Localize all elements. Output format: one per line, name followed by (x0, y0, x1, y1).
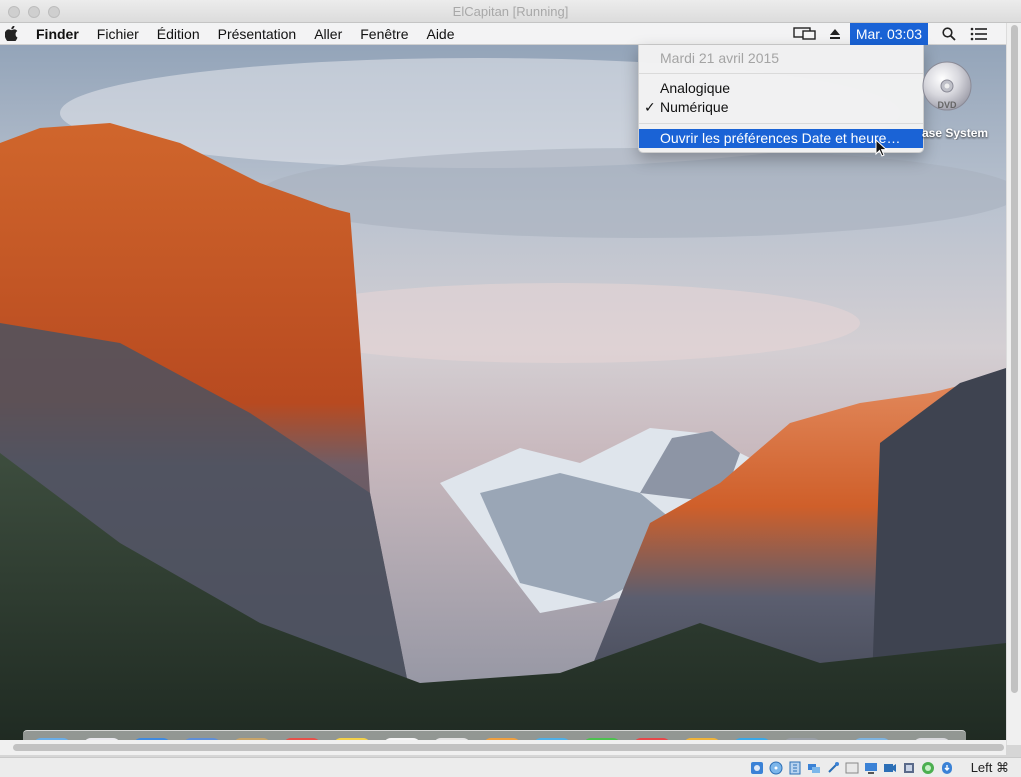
clock-dropdown-menu: Mardi 21 avril 2015 Analogique ✓ Numériq… (638, 45, 924, 153)
menu-aller[interactable]: Aller (305, 23, 351, 45)
menu-fichier[interactable]: Fichier (88, 23, 148, 45)
display-icon[interactable] (863, 760, 879, 776)
menu-item-label: Numérique (660, 99, 729, 115)
window-title: ElCapitan [Running] (452, 4, 569, 19)
window-titlebar: ElCapitan [Running] (0, 0, 1021, 23)
menu-aide[interactable]: Aide (417, 23, 463, 45)
apple-menu-icon[interactable] (0, 23, 22, 45)
vm-statusbar: Left ⌘ (0, 757, 1021, 777)
menu-app-finder[interactable]: Finder (22, 23, 88, 45)
mouse-integration-icon[interactable] (939, 760, 955, 776)
guest-menubar: Finder Fichier Édition Présentation Alle… (0, 23, 1006, 45)
spotlight-search-icon[interactable] (934, 23, 964, 45)
menu-item-label: Ouvrir les préférences Date et heure… (660, 130, 901, 146)
horizontal-scrollbar[interactable] (0, 740, 1006, 755)
mouse-cursor-icon (875, 139, 888, 157)
dvd-disc-icon[interactable]: DVD (922, 56, 972, 116)
menu-presentation[interactable]: Présentation (209, 23, 306, 45)
vertical-scrollbar[interactable] (1006, 23, 1021, 745)
svg-text:DVD: DVD (937, 100, 957, 110)
hard-disk-icon[interactable] (749, 760, 765, 776)
audio-icon[interactable] (787, 760, 803, 776)
airplay-display-icon[interactable] (790, 23, 820, 45)
network-icon[interactable] (806, 760, 822, 776)
host-key-indicator: Left ⌘ (970, 760, 1009, 775)
notification-center-icon[interactable] (964, 23, 994, 45)
menu-edition[interactable]: Édition (148, 23, 209, 45)
cpu-icon[interactable] (901, 760, 917, 776)
desktop-icon-label[interactable]: ase System (922, 126, 1006, 140)
menu-separator (639, 123, 923, 124)
guest-screen[interactable]: Finder Fichier Édition Présentation Alle… (0, 23, 1006, 745)
optical-drive-icon[interactable] (768, 760, 784, 776)
menubar-clock[interactable]: Mar. 03:03 (849, 23, 928, 45)
horizontal-scroll-thumb[interactable] (13, 744, 1004, 751)
menu-date-label: Mardi 21 avril 2015 (660, 50, 780, 66)
menu-item-analog[interactable]: Analogique (639, 79, 923, 98)
menu-fenetre[interactable]: Fenêtre (351, 23, 417, 45)
checkmark-icon: ✓ (644, 99, 656, 115)
eject-icon[interactable] (820, 23, 850, 45)
menu-separator (639, 73, 923, 74)
menu-item-label: Analogique (660, 80, 731, 96)
vt-x-icon[interactable] (920, 760, 936, 776)
shared-folders-icon[interactable] (844, 760, 860, 776)
usb-icon[interactable] (825, 760, 841, 776)
menu-item-digital[interactable]: ✓ Numérique (639, 98, 923, 117)
video-capture-icon[interactable] (882, 760, 898, 776)
vertical-scroll-thumb[interactable] (1011, 25, 1018, 693)
